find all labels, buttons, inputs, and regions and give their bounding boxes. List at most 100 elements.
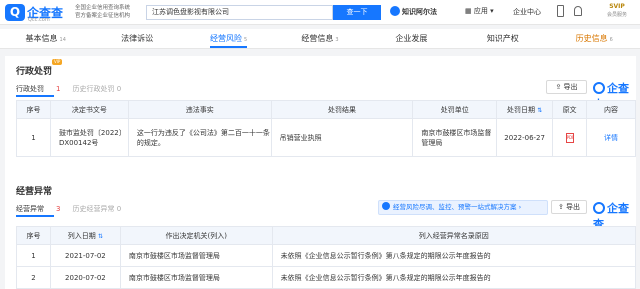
col-header: 决定书文号: [49, 100, 129, 119]
export-button[interactable]: ⇪ 导出: [551, 200, 587, 214]
banner-label: 经营风险尽调、监控、预警一站式解决方案: [393, 203, 517, 211]
sort-icon[interactable]: ⇅: [98, 233, 103, 240]
qcc-watermark-icon: [593, 202, 605, 214]
cell-org: 南京市鼓楼区市场监督管理局: [119, 244, 273, 267]
subtab-underline: [16, 95, 54, 97]
tab-development[interactable]: 企业发展: [366, 29, 457, 48]
subtab-count: 1: [56, 85, 61, 93]
cell-date: 2021-07-02: [49, 244, 121, 267]
cell-index: 1: [16, 118, 51, 157]
subtab-admin-penalty[interactable]: 行政处罚 1: [16, 85, 60, 93]
admin-penalty-table: 序号 决定书文号 违法事实 处罚结果 处罚单位 处罚日期 ⇅ 原文 内容 1 鼓…: [16, 100, 636, 157]
tab-count: 5: [243, 37, 248, 43]
search-input[interactable]: 江苏调色盘影视有限公司: [146, 5, 333, 20]
col-header: 作出决定机关(列入): [119, 226, 273, 245]
cell-result: 吊销营业执照: [270, 118, 414, 157]
qcc-watermark-icon: [593, 82, 605, 94]
section-title: 行政处罚: [16, 67, 53, 77]
cell-fact: 这一行为违反了《公司法》第二百一十一条的规定。: [127, 118, 272, 157]
table-row: 1 鼓市监处罚〔2022〕DX00142号 这一行为违反了《公司法》第二百一十一…: [16, 118, 636, 157]
table-row: 1 2021-07-02 南京市鼓楼区市场监督管理局 未依照《企业信息公示暂行条…: [16, 244, 637, 267]
subtab-underline: [16, 215, 54, 217]
subtab-abnormal[interactable]: 经营异常 3: [16, 205, 60, 213]
cell-doc-no: 鼓市监处罚〔2022〕DX00142号: [49, 118, 129, 157]
detail-link[interactable]: 详情: [604, 134, 618, 142]
top-bar: Q 企查查 Qcc.com 全国企业信用查询系统 官方备案企业征信机构 江苏调色…: [0, 0, 640, 25]
col-header: 处罚结果: [270, 100, 414, 119]
admin-penalty-subtabs: 行政处罚 1 历史行政处罚 0: [16, 84, 133, 94]
col-header: 序号: [16, 100, 51, 119]
col-header: 原文: [552, 100, 588, 119]
col-header-label: 处罚日期: [507, 105, 535, 114]
tab-business-info[interactable]: 经营信息 3: [274, 29, 365, 48]
cell-org: 南京市鼓楼区市场监督管理局: [119, 266, 273, 289]
subtab-history-abnormal[interactable]: 历史经营异常 0: [72, 205, 121, 213]
main-tabs: 基本信息 14 法律诉讼 经营风险 5 经营信息 3 企业发展 知识产权 历史信息 6: [0, 29, 640, 49]
tab-label: 经营信息: [301, 34, 334, 43]
cell-original: PDF: [552, 118, 588, 157]
admin-penalty-section: 行政处罚 VIP 行政处罚1历史行政处罚 0 ⇪ 导出 企查查 序号 决定书文号…: [5, 56, 636, 176]
tab-count: 3: [335, 37, 339, 43]
tagline-line-2: 官方备案企业征信机构: [75, 13, 131, 19]
col-header: 处罚单位: [412, 100, 498, 119]
banner-icon: [382, 202, 390, 210]
col-header-label: 列入日期: [67, 231, 96, 240]
notification-bell-icon[interactable]: [574, 6, 582, 16]
col-header-sortable[interactable]: 列入日期 ⇅: [49, 226, 121, 245]
tab-count: 14: [59, 37, 66, 43]
tab-history[interactable]: 历史信息 6: [549, 29, 640, 48]
section-title: 经营异常: [16, 187, 53, 197]
tab-legal[interactable]: 法律诉讼: [91, 29, 182, 48]
svip-sub-label: 会员服务: [606, 12, 627, 18]
col-header: 违法事实: [127, 100, 272, 119]
col-header-sortable[interactable]: 处罚日期 ⇅: [496, 100, 554, 119]
subtab-label: 经营异常: [16, 205, 44, 213]
abnormal-table: 序号 列入日期 ⇅ 作出决定机关(列入) 列入经营异常名录原因 1 2021-0…: [16, 226, 637, 289]
abnormal-subtabs: 经营异常 3 历史经营异常 0: [16, 204, 133, 214]
mobile-phone-icon[interactable]: [557, 5, 564, 17]
vip-tag: VIP: [52, 59, 63, 65]
tab-count: 6: [609, 37, 613, 43]
export-label: 导出: [566, 203, 581, 211]
table-row: 2 2020-07-02 南京市鼓楼区市场监督管理局 未依照《企业信息公示暂行条…: [16, 266, 637, 289]
tab-label: 法律诉讼: [121, 34, 154, 43]
subtab-count: 3: [56, 205, 61, 213]
tab-basic-info[interactable]: 基本信息 14: [0, 29, 91, 48]
zhishi-icon: [390, 6, 400, 16]
tab-label: 知识产权: [486, 34, 519, 43]
tab-label: 基本信息: [25, 34, 58, 43]
export-label: 导出: [563, 83, 578, 91]
tagline-line-1: 全国企业信用查询系统: [75, 5, 131, 11]
col-header: 内容: [586, 100, 636, 119]
cell-reason: 未依照《企业信息公示暂行条例》第八条规定的期限公示年度报告的: [271, 244, 637, 267]
cell-detail: 详情: [586, 118, 636, 157]
table-header-row: 序号 列入日期 ⇅ 作出决定机关(列入) 列入经营异常名录原因: [16, 226, 637, 245]
pdf-icon[interactable]: PDF: [565, 133, 574, 143]
tab-ip[interactable]: 知识产权: [457, 29, 548, 48]
svip-label: SVIP: [609, 3, 625, 10]
export-button[interactable]: ⇪ 导出: [546, 80, 587, 94]
brand-tagline: 全国企业信用查询系统 官方备案企业征信机构: [75, 4, 145, 20]
brand-logo-icon[interactable]: Q: [5, 4, 25, 21]
table-header-row: 序号 决定书文号 违法事实 处罚结果 处罚单位 处罚日期 ⇅ 原文 内容: [16, 100, 636, 119]
zhishi-alpha-link[interactable]: 知识阿尔法: [390, 6, 437, 17]
business-abnormal-section: 经营异常 经营异常 3 历史经营异常 0 经营风险尽调、监控、预警一站式解决方案 ›…: [5, 176, 637, 289]
cell-date: 2022-06-27: [496, 118, 554, 157]
risk-solution-banner[interactable]: 经营风险尽调、监控、预警一站式解决方案 ›: [378, 200, 548, 215]
tab-label: 历史信息: [575, 34, 608, 43]
cell-date: 2020-07-02: [49, 266, 121, 289]
search-button[interactable]: 查一下: [333, 5, 381, 20]
subtab-history-penalty[interactable]: 历史行政处罚 0: [72, 85, 121, 93]
sort-icon[interactable]: ⇅: [537, 107, 542, 114]
enterprise-center-link[interactable]: 企业中心: [513, 7, 541, 17]
col-header: 列入经营异常名录原因: [271, 226, 637, 245]
cell-reason: 未依照《企业信息公示暂行条例》第八条规定的期限公示年度报告的: [271, 266, 637, 289]
tab-business-risk[interactable]: 经营风险 5: [183, 29, 274, 48]
brand-url: Qcc.com: [28, 17, 50, 23]
cell-index: 1: [16, 244, 51, 267]
apps-menu[interactable]: ▦ 应用 ▾: [465, 6, 494, 16]
col-header: 序号: [16, 226, 51, 245]
zhishi-label: 知识阿尔法: [402, 8, 437, 16]
svip-badge[interactable]: SVIP 会员服务: [598, 3, 636, 22]
cell-index: 2: [16, 266, 51, 289]
